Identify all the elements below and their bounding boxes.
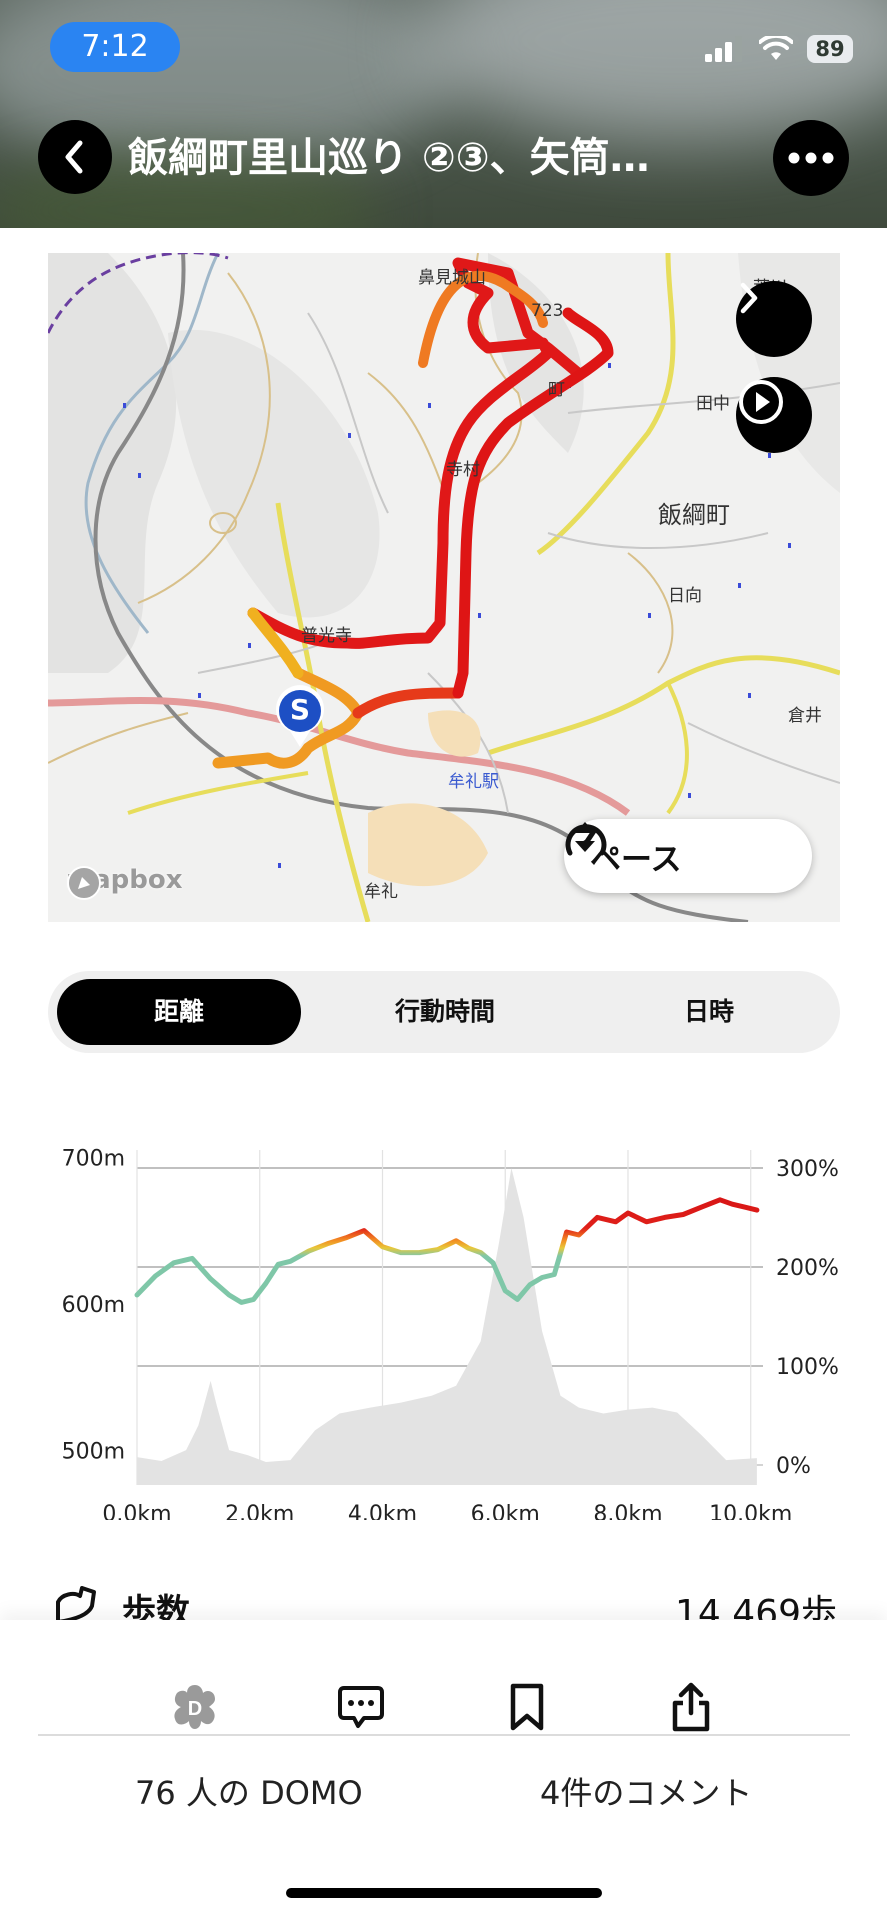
status-time: 7:12 bbox=[50, 22, 180, 72]
chevron-left-icon bbox=[65, 140, 83, 174]
home-indicator bbox=[286, 1888, 602, 1898]
y-right-tick: 200% bbox=[776, 1256, 839, 1281]
signal-icon bbox=[705, 36, 742, 62]
tab-moving-time[interactable]: 行動時間 bbox=[323, 979, 567, 1045]
y-right-tick: 0% bbox=[776, 1454, 811, 1479]
start-marker-label: S bbox=[289, 693, 311, 726]
sort-arrows-icon bbox=[575, 822, 595, 852]
map-label-mure: 牟礼 bbox=[364, 882, 398, 902]
more-icon bbox=[788, 152, 834, 164]
x-tick: 0.0km bbox=[102, 1502, 171, 1520]
y-left-tick: 700m bbox=[62, 1146, 125, 1171]
map-label-peak: 723 bbox=[531, 301, 564, 321]
share-icon bbox=[672, 1682, 710, 1732]
play-icon bbox=[739, 380, 783, 424]
map-label-iizuna: 飯綱町 bbox=[658, 501, 730, 529]
stats-row[interactable]: 歩数 14,469歩 bbox=[0, 1580, 887, 1620]
share-button[interactable] bbox=[656, 1672, 726, 1742]
play-route-button[interactable] bbox=[736, 377, 812, 453]
svg-text:D: D bbox=[188, 1698, 202, 1720]
y-left-tick: 500m bbox=[62, 1439, 125, 1464]
page-title: 飯綱町里山巡り ②③、矢筒… bbox=[128, 135, 650, 181]
map-label-station: 牟礼駅 bbox=[448, 772, 499, 792]
steps-label: 歩数 bbox=[122, 1592, 190, 1620]
x-tick: 10.0km bbox=[709, 1502, 792, 1520]
y-right-tick: 100% bbox=[776, 1355, 839, 1380]
tab-distance[interactable]: 距離 bbox=[57, 979, 301, 1045]
bookmark-button[interactable] bbox=[492, 1672, 562, 1742]
map-label-mountain: 鼻見城山 bbox=[418, 268, 486, 288]
domo-count[interactable]: 76 人の DOMO bbox=[135, 1768, 363, 1814]
y-left-tick: 600m bbox=[62, 1293, 125, 1318]
metric-tabs: 距離 行動時間 日時 bbox=[48, 971, 840, 1053]
x-tick: 4.0km bbox=[348, 1502, 417, 1520]
map-label-tanaka: 田中 bbox=[696, 394, 730, 414]
domo-button[interactable]: D bbox=[160, 1672, 230, 1742]
route-map[interactable]: 鼻見城山 723 荒川 町 田中 寺村 飯綱町 日向 普光寺 倉井 牟礼駅 牟礼… bbox=[48, 253, 840, 922]
map-label-tera: 寺村 bbox=[446, 460, 480, 480]
more-options-button[interactable] bbox=[773, 120, 849, 196]
y-right-tick: 300% bbox=[776, 1157, 839, 1182]
mapbox-logo-icon bbox=[67, 866, 101, 900]
chevron-right-icon bbox=[740, 282, 758, 314]
comment-button[interactable] bbox=[326, 1672, 396, 1742]
elevation-chart[interactable]: 700m 600m 500m 300% 200% 100% 0% 0.0km 2.0km 4.0k… bbox=[0, 1120, 887, 1520]
elevation-line bbox=[134, 1197, 760, 1305]
map-label-machi: 町 bbox=[548, 380, 565, 400]
mapbox-attribution[interactable]: mapbox bbox=[66, 865, 183, 900]
comment-bubble-icon bbox=[338, 1686, 384, 1728]
back-button[interactable] bbox=[38, 120, 112, 194]
x-tick: 6.0km bbox=[471, 1502, 540, 1520]
battery-icon: 89 bbox=[807, 35, 853, 63]
elevation-line-group bbox=[134, 1197, 760, 1305]
pace-selector[interactable]: ペース bbox=[564, 819, 812, 893]
wifi-icon bbox=[759, 36, 793, 60]
bookmark-icon bbox=[510, 1683, 544, 1731]
comment-count[interactable]: 4件のコメント bbox=[540, 1768, 752, 1814]
x-tick: 2.0km bbox=[225, 1502, 294, 1520]
map-label-hinata: 日向 bbox=[668, 586, 702, 606]
footprint-icon bbox=[56, 1586, 96, 1620]
bottom-action-bar: D 76 人の DOMO 4件のコメント bbox=[0, 1620, 887, 1920]
status-icons: 89 bbox=[705, 34, 853, 64]
tab-datetime[interactable]: 日時 bbox=[587, 979, 831, 1045]
domo-flower-icon: D bbox=[174, 1685, 215, 1729]
next-button[interactable] bbox=[736, 281, 812, 357]
header: 7:12 89 飯綱町里山巡り ②③、矢筒… bbox=[0, 0, 887, 228]
x-tick: 8.0km bbox=[593, 1502, 662, 1520]
steps-value: 14,469歩 bbox=[675, 1593, 837, 1620]
action-divider bbox=[38, 1734, 850, 1736]
map-label-fukoji: 普光寺 bbox=[301, 626, 352, 646]
map-label-kurai: 倉井 bbox=[788, 706, 822, 726]
